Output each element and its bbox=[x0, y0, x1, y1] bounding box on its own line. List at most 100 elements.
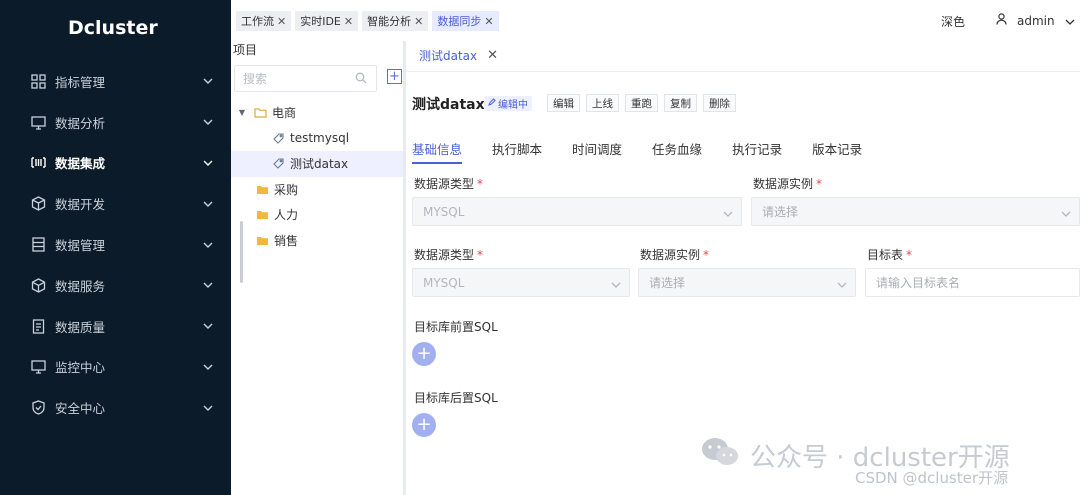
server-icon bbox=[30, 237, 46, 253]
sidebar-item-monitor[interactable]: 监控中心 bbox=[0, 347, 231, 388]
delete-button[interactable]: 删除 bbox=[703, 94, 736, 112]
tab-run-history[interactable]: 执行记录 bbox=[732, 139, 782, 164]
tab-data-sync[interactable]: 数据同步 ✕ bbox=[432, 11, 499, 31]
sidebar-item-analysis[interactable]: 数据分析 bbox=[0, 102, 231, 143]
brand-logo: Dcluster bbox=[68, 17, 158, 39]
chevron-down-icon bbox=[201, 78, 215, 85]
tree-node-test-datax[interactable]: 测试datax bbox=[231, 151, 403, 177]
chevron-down-icon bbox=[1061, 206, 1071, 220]
page-title: 测试datax bbox=[412, 97, 485, 113]
add-post-sql-button[interactable]: + bbox=[412, 413, 436, 437]
close-icon[interactable]: ✕ bbox=[277, 15, 286, 28]
action-toolbar: 编辑 上线 重跑 复制 删除 bbox=[547, 94, 736, 112]
sidebar-item-development[interactable]: 数据开发 bbox=[0, 183, 231, 224]
sidebar-item-management[interactable]: 数据管理 bbox=[0, 224, 231, 265]
chevron-down-icon bbox=[1065, 14, 1075, 28]
sidebar-item-integration[interactable]: 数据集成 bbox=[0, 143, 231, 184]
display-icon bbox=[30, 359, 46, 375]
barcode-icon bbox=[30, 155, 46, 171]
close-icon[interactable]: ✕ bbox=[344, 15, 353, 28]
top-bar: 工作流 ✕ 实时IDE ✕ 智能分析 ✕ 数据同步 ✕ 深色 admin bbox=[231, 0, 1080, 41]
project-tree-panel: 项目 + ▼ 电商 testmysql 测试datax bbox=[231, 41, 403, 495]
sidebar-item-label: 数据分析 bbox=[55, 115, 106, 131]
target-type-select[interactable]: MYSQL bbox=[412, 268, 630, 297]
tag-icon bbox=[271, 133, 285, 144]
tree-node-procurement[interactable]: 采购 bbox=[231, 177, 403, 203]
shield-icon bbox=[30, 400, 46, 416]
add-pre-sql-button[interactable]: + bbox=[412, 342, 436, 366]
tab-lineage[interactable]: 任务血缘 bbox=[652, 139, 702, 164]
required-mark: * bbox=[477, 177, 484, 191]
chevron-down-icon bbox=[201, 364, 215, 370]
tab-basic-info[interactable]: 基础信息 bbox=[412, 139, 463, 164]
sidebar-item-label: 数据开发 bbox=[55, 197, 106, 213]
tree-node-hr[interactable]: 人力 bbox=[231, 202, 403, 228]
search-icon[interactable] bbox=[355, 72, 367, 87]
edit-button[interactable]: 编辑 bbox=[547, 94, 580, 112]
tree-node-testmysql[interactable]: testmysql bbox=[231, 126, 403, 152]
post-sql-label: 目标库后置SQL bbox=[414, 391, 498, 405]
chevron-down-icon bbox=[201, 119, 215, 126]
select-placeholder: 请选择 bbox=[762, 205, 799, 219]
tree-node-label: 销售 bbox=[274, 233, 299, 248]
input-placeholder: 请输入目标表名 bbox=[876, 276, 961, 290]
tree-node-label: 测试datax bbox=[290, 157, 349, 172]
tree-node-sales[interactable]: 销售 bbox=[231, 228, 403, 254]
status-badge-label: 编辑中 bbox=[498, 100, 528, 111]
target-instance-label: 数据源实例 * bbox=[640, 248, 710, 262]
tab-workflow[interactable]: 工作流 ✕ bbox=[236, 11, 292, 31]
tab-schedule[interactable]: 时间调度 bbox=[572, 139, 622, 164]
sidebar-item-quality[interactable]: 数据质量 bbox=[0, 306, 231, 347]
tab-script[interactable]: 执行脚本 bbox=[492, 139, 542, 164]
target-instance-select[interactable]: 请选择 bbox=[638, 268, 856, 297]
project-tree: ▼ 电商 testmysql 测试datax 采购 人力 销售 bbox=[231, 100, 403, 253]
tab-realtime-ide[interactable]: 实时IDE ✕ bbox=[295, 11, 359, 31]
sidebar-item-label: 监控中心 bbox=[55, 360, 106, 376]
sidebar-menu: 指标管理 数据分析 数据集成 数据开发 数据管理 数据服务 数据质量 监控中心 … bbox=[0, 61, 231, 428]
open-tabs: 工作流 ✕ 实时IDE ✕ 智能分析 ✕ 数据同步 ✕ bbox=[236, 11, 499, 31]
sidebar-item-label: 数据集成 bbox=[55, 156, 106, 172]
file-tab-test-datax[interactable]: 测试datax ✕ bbox=[419, 47, 498, 64]
chevron-down-icon bbox=[201, 405, 215, 411]
required-mark: * bbox=[906, 248, 913, 262]
sidebar-item-service[interactable]: 数据服务 bbox=[0, 265, 231, 306]
folder-icon bbox=[255, 235, 269, 246]
username: admin bbox=[1017, 13, 1055, 28]
search-input[interactable] bbox=[243, 71, 343, 86]
tree-node-ecommerce[interactable]: ▼ 电商 bbox=[231, 100, 403, 126]
tree-node-label: 人力 bbox=[274, 208, 299, 223]
add-project-button[interactable]: + bbox=[387, 69, 402, 84]
edit-icon bbox=[488, 98, 496, 109]
close-icon[interactable]: ✕ bbox=[484, 15, 493, 28]
required-mark: * bbox=[477, 248, 484, 262]
required-mark: * bbox=[816, 177, 823, 191]
tab-label: 工作流 bbox=[241, 15, 274, 28]
target-table-input[interactable]: 请输入目标表名 bbox=[865, 268, 1080, 297]
main-content: 测试datax ✕ 测试datax 编辑中 编辑 上线 重跑 复制 删除 基础信… bbox=[406, 41, 1080, 495]
grid-icon bbox=[30, 73, 46, 89]
sidebar-item-security[interactable]: 安全中心 bbox=[0, 387, 231, 428]
required-mark: * bbox=[703, 248, 710, 262]
close-icon[interactable]: ✕ bbox=[487, 48, 498, 63]
user-menu[interactable]: admin bbox=[996, 13, 1075, 28]
select-value: MYSQL bbox=[423, 204, 465, 219]
status-badge: 编辑中 bbox=[484, 96, 532, 111]
source-type-select[interactable]: MYSQL bbox=[412, 197, 742, 226]
tree-search-box bbox=[234, 65, 377, 92]
tab-versions[interactable]: 版本记录 bbox=[812, 139, 862, 164]
sidebar-item-metrics[interactable]: 指标管理 bbox=[0, 61, 231, 102]
folder-open-icon bbox=[253, 107, 267, 118]
source-instance-select[interactable]: 请选择 bbox=[751, 197, 1080, 226]
sidebar-item-label: 安全中心 bbox=[55, 401, 106, 417]
rerun-button[interactable]: 重跑 bbox=[625, 94, 658, 112]
close-icon[interactable]: ✕ bbox=[414, 15, 423, 28]
tree-panel-title: 项目 bbox=[233, 43, 258, 57]
chevron-down-icon bbox=[201, 242, 215, 248]
theme-toggle[interactable]: 深色 bbox=[941, 13, 965, 30]
sidebar-item-label: 指标管理 bbox=[55, 74, 106, 90]
caret-down-icon[interactable]: ▼ bbox=[237, 108, 247, 117]
tab-smart-analysis[interactable]: 智能分析 ✕ bbox=[362, 11, 429, 31]
publish-button[interactable]: 上线 bbox=[586, 94, 619, 112]
copy-button[interactable]: 复制 bbox=[664, 94, 697, 112]
select-placeholder: 请选择 bbox=[649, 276, 686, 290]
